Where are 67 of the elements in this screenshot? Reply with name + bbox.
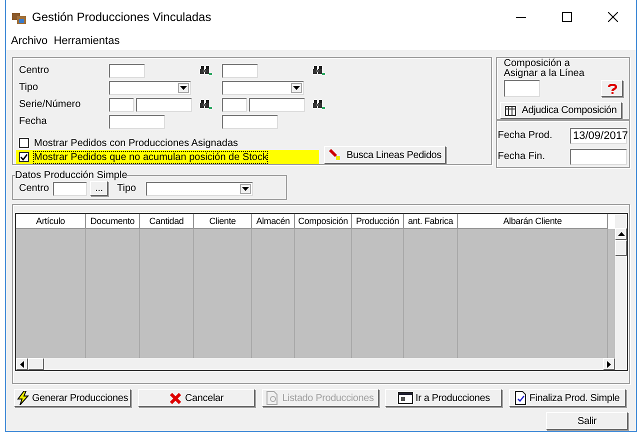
menu-item[interactable]: Archivo (11, 35, 48, 47)
checkbox[interactable] (19, 152, 29, 162)
panel-title: Datos Producción Simple (15, 170, 128, 181)
right-arrow-icon[interactable] (607, 360, 611, 368)
date-field[interactable] (109, 114, 165, 128)
field-label: Fecha Prod. (498, 130, 552, 141)
dropdown-field[interactable] (109, 80, 191, 94)
horizontal-scrollbar[interactable] (16, 358, 627, 370)
input-field[interactable] (109, 98, 134, 112)
action-button[interactable]: Cancelar (138, 389, 255, 407)
field-label: Centro (19, 65, 50, 76)
input-field[interactable] (53, 182, 87, 196)
vertical-scrollbar[interactable] (615, 214, 627, 358)
input-field[interactable] (504, 80, 540, 97)
field-label: Fecha (19, 116, 48, 127)
window-title: Gestión Producciones Vinculadas (32, 10, 212, 24)
binoculars-icon[interactable] (200, 65, 212, 76)
date-field[interactable]: 13/09/2017 (570, 128, 627, 144)
lightning-icon (16, 391, 29, 405)
field-label: Serie/Número (19, 99, 82, 110)
input-field[interactable] (222, 98, 247, 112)
action-button[interactable]: Ir a Producciones (385, 389, 502, 407)
up-arrow-icon[interactable] (618, 232, 624, 236)
checkbox-label: Mostrar Pedidos con Producciones Asignadas (34, 138, 238, 148)
left-arrow-icon[interactable] (20, 360, 24, 368)
grid-icon (504, 106, 516, 116)
input-field[interactable] (136, 98, 192, 112)
browse-button[interactable]: ... (90, 181, 108, 196)
binoculars-icon[interactable] (313, 65, 325, 76)
dropdown-field[interactable] (146, 182, 253, 196)
checkbox[interactable] (19, 138, 29, 148)
close-icon (608, 12, 618, 22)
dropdown-field[interactable] (222, 80, 304, 94)
maximize-icon (562, 12, 572, 22)
document-check-icon (515, 391, 526, 405)
field-label: Centro (19, 183, 50, 194)
help-button[interactable] (601, 80, 623, 97)
field-label: Fecha Fin. (498, 151, 546, 162)
menu-item[interactable]: Herramientas (54, 35, 120, 47)
caret-icon (180, 86, 187, 90)
date-field[interactable] (570, 148, 627, 164)
panel-title: Composición a Asignar a la Línea (504, 59, 586, 79)
field-label: Tipo (19, 82, 40, 93)
flashlight-icon (328, 149, 341, 161)
checkbox-label: Mostrar Pedidos que no acumulan posición de Stock (34, 152, 268, 162)
binoculars-icon[interactable] (200, 99, 212, 110)
scroll-thumb[interactable] (28, 358, 44, 370)
boxes-icon (12, 10, 26, 24)
search-button[interactable]: Busca Lineas Pedidos (324, 146, 446, 164)
input-field[interactable] (222, 64, 258, 78)
action-button[interactable]: Generar Producciones (14, 389, 131, 407)
report-icon (266, 391, 280, 405)
field-value: 13/09/2017 (573, 130, 628, 142)
assign-button[interactable]: Adjudica Composición (500, 102, 622, 119)
caret-icon (242, 186, 249, 190)
input-field[interactable] (249, 98, 305, 112)
field-label: Tipo (117, 183, 138, 194)
window-icon (398, 392, 413, 404)
date-field[interactable] (222, 114, 278, 128)
scroll-thumb[interactable] (615, 240, 627, 256)
question-mark-icon (606, 84, 618, 94)
caret-icon (293, 86, 300, 90)
cross-icon (169, 392, 182, 404)
binoculars-icon[interactable] (313, 99, 325, 110)
input-field[interactable] (109, 64, 145, 78)
action-button[interactable]: Finaliza Prod. Simple (509, 389, 626, 407)
exit-button[interactable]: Salir (546, 412, 628, 430)
